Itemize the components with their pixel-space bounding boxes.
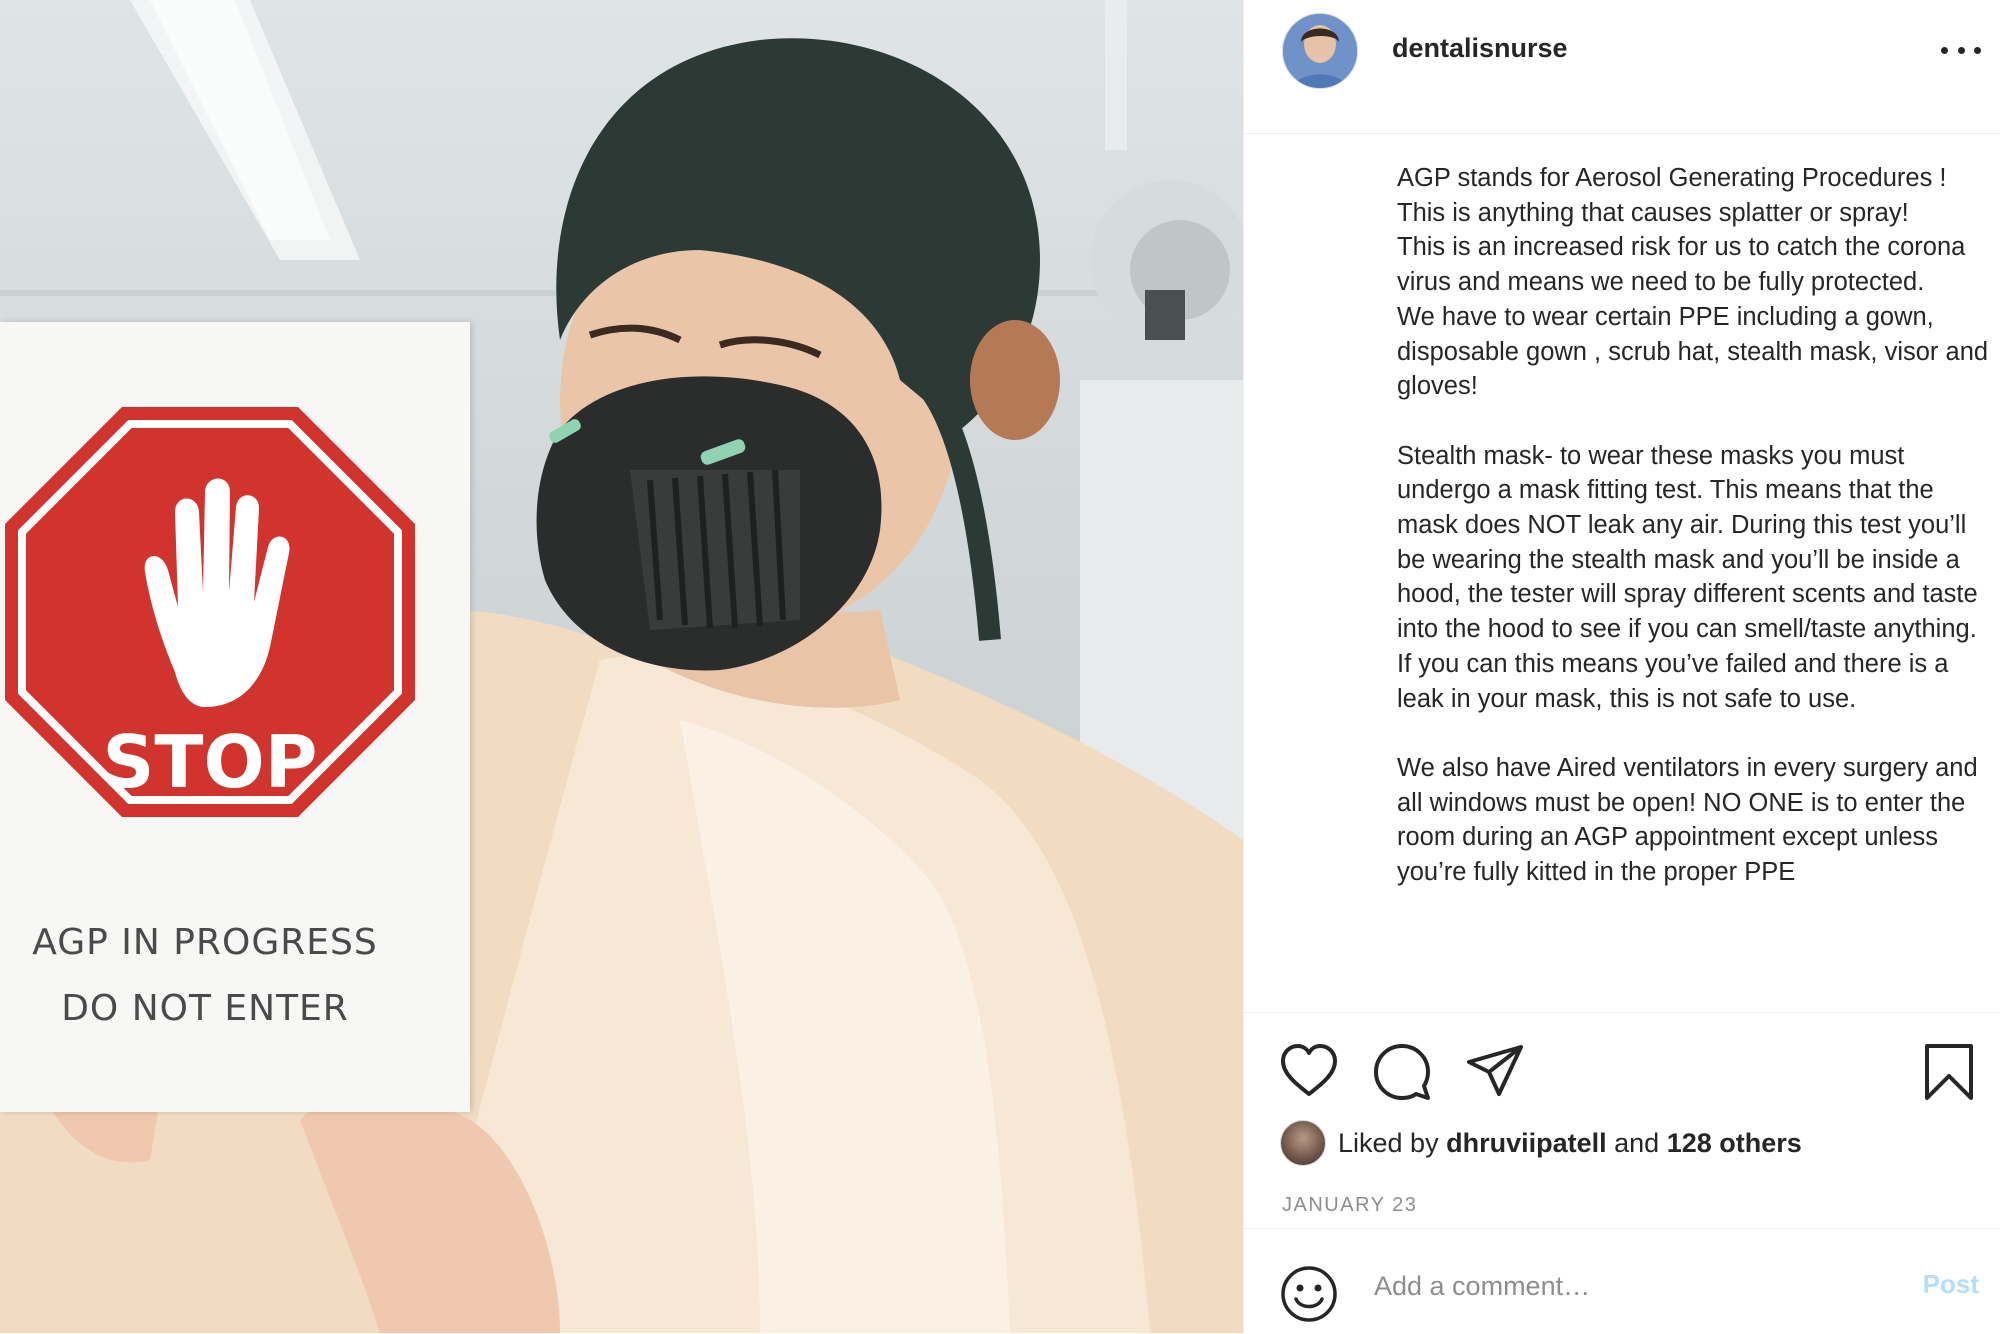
paper-plane-icon[interactable] [1465, 1042, 1525, 1102]
likes-others[interactable]: 128 others [1667, 1128, 1802, 1159]
stop-sign-text: STOP [103, 720, 318, 804]
liker-username[interactable]: dhruviipatell [1446, 1128, 1607, 1159]
sign-line-do-not-enter: DO NOT ENTER [61, 988, 349, 1029]
author-avatar[interactable] [1282, 13, 1358, 89]
heart-icon[interactable] [1279, 1042, 1339, 1102]
stop-sign-icon: STOP [5, 407, 415, 817]
comment-bar: Post [1244, 1228, 2000, 1334]
more-options-icon[interactable] [1941, 38, 1981, 62]
bookmark-icon[interactable] [1919, 1042, 1979, 1102]
likes-prefix: Liked by [1338, 1127, 1439, 1158]
stop-sign-paper: STOP AGP IN PROGRESS DO NOT ENTER [0, 322, 470, 1112]
post-date[interactable]: JANUARY 23 [1282, 1194, 1417, 1217]
post-comment-button[interactable]: Post [1923, 1269, 1979, 1300]
more-dot [1941, 46, 1948, 54]
author-username[interactable]: dentalisnurse [1392, 33, 1568, 64]
post-header: dentalisnurse [1244, 0, 2000, 134]
more-dot [1957, 46, 1965, 54]
comment-input[interactable] [1372, 1259, 1846, 1313]
liker-avatar[interactable] [1280, 1120, 1326, 1166]
post-actions: Liked by dhruviipatell and 128 others JA… [1244, 1012, 2000, 1233]
smiley-icon[interactable] [1280, 1265, 1338, 1323]
more-dot [1974, 46, 1981, 54]
avatar-image [1283, 14, 1357, 88]
likes-summary: Liked by dhruviipatell and 128 others [1280, 1119, 1802, 1167]
post-photo[interactable]: STOP AGP IN PROGRESS DO NOT ENTER [0, 0, 1243, 1333]
sign-line-agp: AGP IN PROGRESS [32, 922, 378, 963]
likes-conjunction: and [1614, 1127, 1660, 1158]
post-side-panel: dentalisnurse AGP stands for Aerosol Gen… [1243, 0, 2000, 1333]
comment-icon[interactable] [1372, 1042, 1432, 1102]
post-caption: AGP stands for Aerosol Generating Proced… [1397, 164, 1989, 887]
